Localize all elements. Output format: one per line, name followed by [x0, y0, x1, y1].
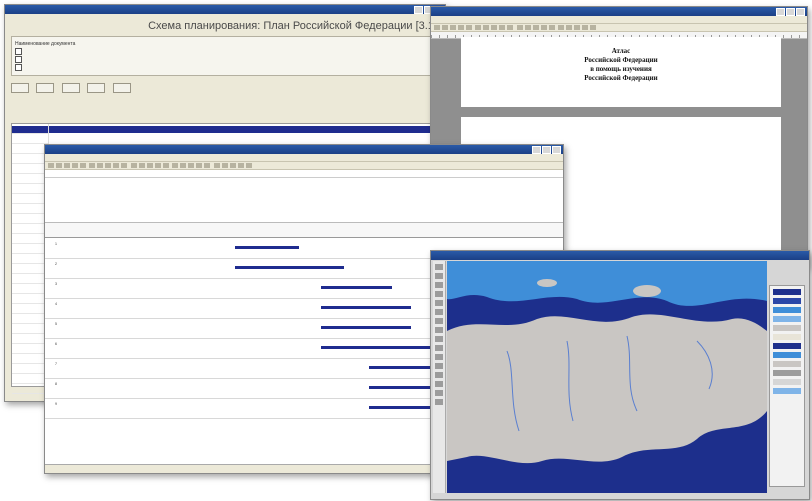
formula-bar[interactable]: [45, 170, 563, 178]
gantt-row-number: 8: [54, 381, 58, 386]
gantt-row-number: 6: [54, 341, 58, 346]
checkbox[interactable]: [15, 56, 22, 64]
option-row[interactable]: [15, 64, 435, 72]
document-menubar[interactable]: [431, 16, 807, 24]
option-row[interactable]: [15, 48, 435, 56]
document-toolbar[interactable]: [431, 24, 807, 32]
gantt-row-number: 4: [54, 301, 58, 306]
gantt-menubar[interactable]: [45, 154, 563, 162]
map-titlebar: [431, 251, 809, 260]
document-cover-page: Атлас Российской Федерации в помощь изуч…: [461, 37, 781, 107]
document-titlebar: [431, 7, 807, 16]
planning-button[interactable]: [61, 83, 80, 93]
planning-titlebar: [5, 5, 445, 14]
planning-title: Схема планирования: План Российской Феде…: [148, 20, 437, 32]
gantt-row-number: 7: [54, 361, 58, 366]
gantt-row-number: 3: [54, 281, 58, 286]
cover-line: в помощь изучения: [590, 65, 652, 73]
options-header: Наименование документа: [15, 41, 76, 47]
option-row[interactable]: [15, 56, 435, 64]
window-controls[interactable]: [775, 8, 805, 20]
gantt-row-number: 2: [54, 261, 58, 266]
tree-selected-row[interactable]: [12, 126, 436, 133]
map-legend: [769, 285, 805, 487]
window-controls[interactable]: [531, 146, 561, 158]
gantt-row-number: 1: [54, 241, 58, 246]
cover-line: Российской Федерации: [584, 74, 658, 82]
options-box: Наименование документа: [11, 36, 439, 76]
column-header-row: [45, 223, 563, 238]
gantt-bar[interactable]: [321, 326, 411, 329]
planning-button[interactable]: [11, 83, 29, 93]
checkbox[interactable]: [15, 48, 22, 56]
gantt-bar[interactable]: [235, 266, 344, 269]
checkbox[interactable]: [15, 64, 22, 72]
gantt-bar[interactable]: [235, 246, 299, 249]
cover-line: Атлас: [611, 47, 631, 55]
planning-button[interactable]: [87, 83, 106, 93]
planning-button[interactable]: [36, 83, 55, 93]
gantt-bar[interactable]: [321, 286, 392, 289]
planning-button[interactable]: [112, 83, 131, 93]
russia-map[interactable]: [447, 261, 767, 493]
gantt-row-number: 5: [54, 321, 58, 326]
sheet-header: [45, 178, 563, 223]
planning-button-row: [5, 78, 445, 100]
gantt-titlebar: [45, 145, 563, 154]
gantt-bar[interactable]: [321, 306, 411, 309]
gantt-row-number: 9: [54, 401, 58, 406]
map-window: [430, 250, 810, 500]
gantt-toolbar[interactable]: [45, 162, 563, 170]
cover-line: Российской Федерации: [584, 56, 658, 64]
map-tool-palette[interactable]: [433, 261, 446, 493]
